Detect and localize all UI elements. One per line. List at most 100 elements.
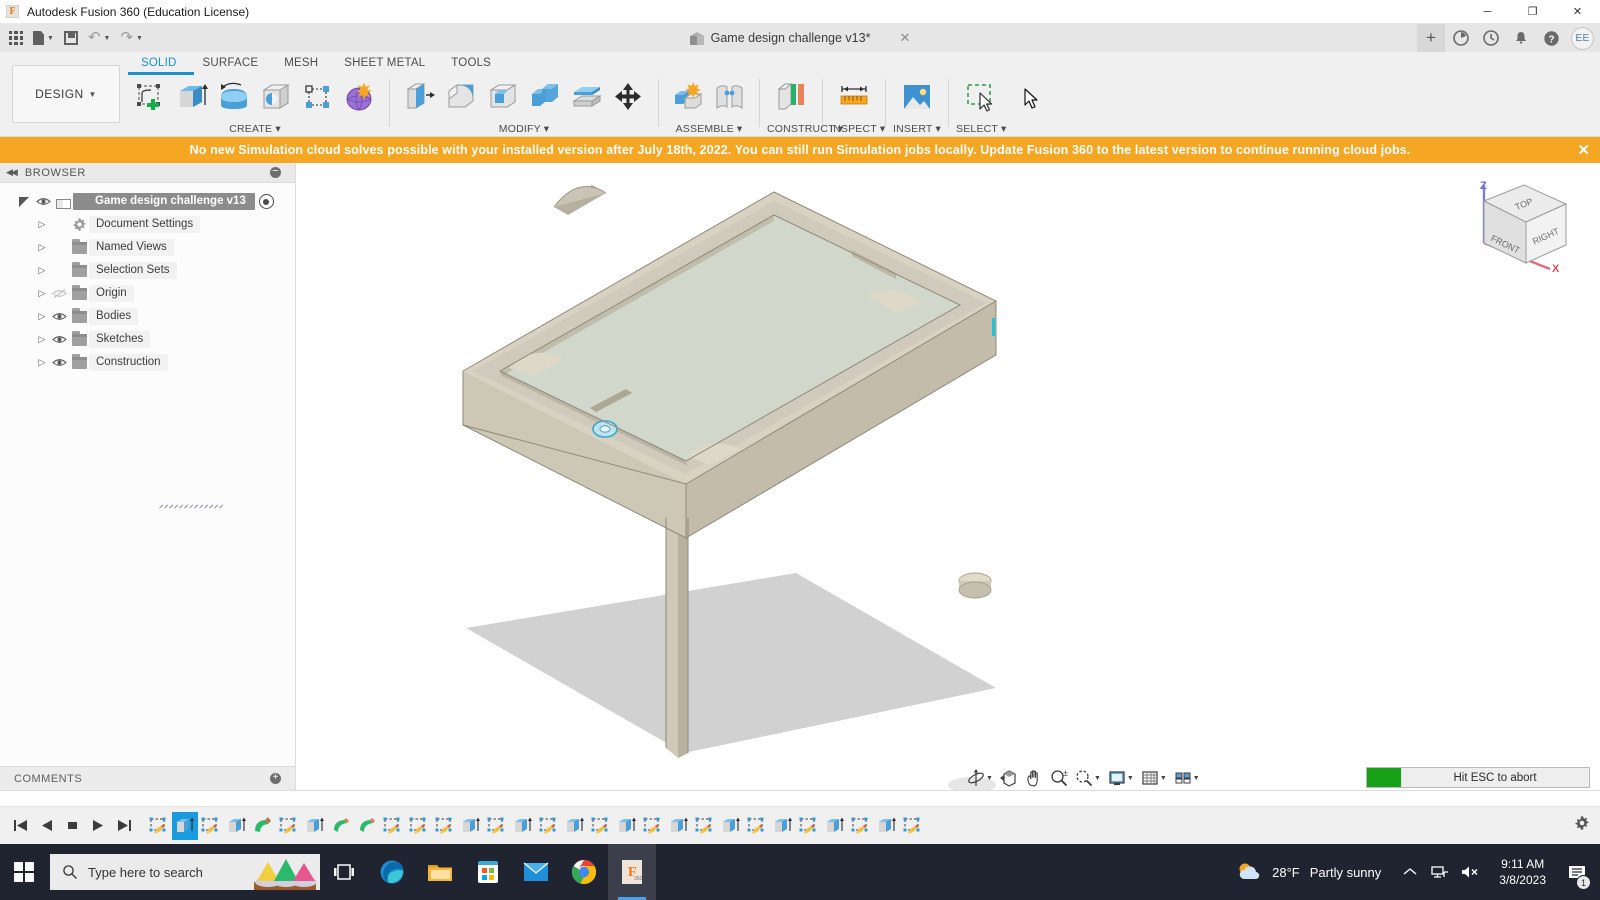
pan-button[interactable] <box>1022 766 1046 790</box>
create-sketch-button[interactable] <box>130 77 170 117</box>
app-grid-button[interactable] <box>4 26 28 50</box>
expand-triangle-icon[interactable]: ▷ <box>36 357 48 369</box>
undo-button[interactable]: ↶ ▼ <box>83 26 116 50</box>
insert-panel-label[interactable]: INSERT ▾ <box>893 123 941 135</box>
timeline-feature-extrude[interactable] <box>770 812 796 840</box>
timeline-feature-extrude[interactable] <box>172 812 198 840</box>
construct-panel-label[interactable]: CONSTRUCT ▾ <box>767 123 815 135</box>
expand-triangle-icon[interactable]: ▷ <box>36 242 48 254</box>
timeline-feature-sketch[interactable] <box>276 812 302 840</box>
timeline-feature-sketch[interactable] <box>588 812 614 840</box>
revolve-button[interactable] <box>214 77 254 117</box>
zoom-button[interactable]: ± <box>1047 766 1071 790</box>
tab-sheet-metal[interactable]: SHEET METAL <box>331 52 438 75</box>
timeline-feature-extrude[interactable] <box>224 812 250 840</box>
tree-item-bodies[interactable]: ▷ Bodies <box>0 305 295 328</box>
show-hidden-icons-button[interactable] <box>1395 844 1425 900</box>
comments-panel[interactable]: COMMENTS + <box>0 766 296 790</box>
microsoft-store-button[interactable] <box>464 844 512 900</box>
fusion360-taskbar-button[interactable]: F 360 <box>608 844 656 900</box>
extrude-button[interactable] <box>172 77 212 117</box>
tab-tools[interactable]: TOOLS <box>438 52 504 75</box>
timeline-feature-extrude[interactable] <box>666 812 692 840</box>
grid-snaps-button[interactable]: ▼ <box>1138 766 1170 790</box>
measure-button[interactable] <box>832 77 876 117</box>
visibility-eye-icon[interactable] <box>32 196 54 207</box>
expand-triangle-icon[interactable]: ▷ <box>36 311 48 323</box>
timeline-feature-sketch[interactable] <box>380 812 406 840</box>
minimize-button[interactable]: ─ <box>1465 0 1510 24</box>
select-panel-label[interactable]: SELECT ▾ <box>956 123 1004 135</box>
insert-image-button[interactable] <box>895 77 939 117</box>
step-back-button[interactable] <box>34 813 58 839</box>
file-explorer-button[interactable] <box>416 844 464 900</box>
expand-triangle-icon[interactable]: ▷ <box>36 265 48 277</box>
user-avatar[interactable]: EE <box>1571 27 1594 50</box>
network-button[interactable] <box>1425 844 1455 900</box>
stop-button[interactable] <box>60 813 84 839</box>
tree-item-origin[interactable]: ▷ Origin <box>0 282 295 305</box>
new-component-button[interactable] <box>668 77 708 117</box>
tree-item-selection-sets[interactable]: ▷ Selection Sets <box>0 259 295 282</box>
jump-to-end-button[interactable] <box>112 813 136 839</box>
new-document-button[interactable]: ▼ <box>28 26 59 50</box>
jump-to-start-button[interactable] <box>8 813 32 839</box>
offset-face-button[interactable] <box>567 77 607 117</box>
tree-item-document-settings[interactable]: ▷ Document Settings <box>0 213 295 236</box>
timeline-feature-extrude[interactable] <box>822 812 848 840</box>
microsoft-edge-button[interactable] <box>368 844 416 900</box>
timeline-feature-sketch[interactable] <box>848 812 874 840</box>
press-pull-button[interactable] <box>399 77 439 117</box>
fit-button[interactable]: ▼ <box>1072 766 1104 790</box>
banner-close-icon[interactable]: ✕ <box>1577 141 1590 159</box>
hole-button[interactable] <box>256 77 296 117</box>
rectangular-pattern-button[interactable] <box>298 77 338 117</box>
weather-widget[interactable]: 28°F Partly sunny <box>1222 861 1395 883</box>
clock-icon[interactable] <box>1477 24 1505 52</box>
timeline-feature-sketch[interactable] <box>198 812 224 840</box>
timeline-feature-extrude[interactable] <box>302 812 328 840</box>
tree-item-construction[interactable]: ▷ Construction <box>0 351 295 374</box>
timeline-feature-sketch[interactable] <box>692 812 718 840</box>
timeline-feature-sketch[interactable] <box>432 812 458 840</box>
timeline-feature-sketch[interactable] <box>536 812 562 840</box>
look-at-button[interactable] <box>997 766 1021 790</box>
expand-triangle-icon[interactable]: ▷ <box>36 219 48 231</box>
start-button[interactable] <box>0 844 48 900</box>
timeline-feature-sketch[interactable] <box>484 812 510 840</box>
timeline-feature-extrude[interactable] <box>510 812 536 840</box>
visibility-eye-off-icon[interactable] <box>48 288 70 299</box>
combine-button[interactable] <box>525 77 565 117</box>
fillet-button[interactable] <box>441 77 481 117</box>
expand-triangle-icon[interactable]: ▷ <box>36 288 48 300</box>
modify-panel-label[interactable]: MODIFY ▾ <box>397 123 651 135</box>
assemble-panel-label[interactable]: ASSEMBLE ▾ <box>666 123 752 135</box>
activate-component-icon[interactable] <box>259 194 274 209</box>
timeline-feature-sketch[interactable] <box>406 812 432 840</box>
timeline-feature-extrude[interactable] <box>458 812 484 840</box>
construct-plane-button[interactable] <box>769 77 813 117</box>
create-form-button[interactable] <box>340 77 380 117</box>
timeline-feature-extrude[interactable] <box>614 812 640 840</box>
bell-icon[interactable] <box>1507 24 1535 52</box>
view-cube[interactable]: Z X TOP FRONT RIGHT <box>1462 177 1580 277</box>
visibility-eye-icon[interactable] <box>48 311 70 322</box>
workspace-switcher[interactable]: DESIGN ▼ <box>12 65 120 123</box>
timeline-feature-sketch[interactable] <box>796 812 822 840</box>
notifications-button[interactable]: 1 <box>1560 844 1594 900</box>
timeline-feature-extrude[interactable] <box>718 812 744 840</box>
google-chrome-button[interactable] <box>560 844 608 900</box>
shell-button[interactable] <box>483 77 523 117</box>
visibility-eye-icon[interactable] <box>48 334 70 345</box>
task-view-button[interactable] <box>320 844 368 900</box>
timeline-settings-icon[interactable] <box>1574 815 1590 836</box>
timeline-feature-sketch[interactable] <box>146 812 172 840</box>
tree-root-node[interactable]: Game design challenge v13 <box>0 190 295 213</box>
save-button[interactable] <box>59 26 83 50</box>
orbit-button[interactable]: ▼ <box>964 766 996 790</box>
move-copy-button[interactable] <box>609 77 649 117</box>
close-button[interactable]: ✕ <box>1555 0 1600 24</box>
timeline-feature-extrude[interactable] <box>874 812 900 840</box>
3d-viewport[interactable]: Z X TOP FRONT RIGHT <box>296 163 1600 790</box>
tree-item-sketches[interactable]: ▷ Sketches <box>0 328 295 351</box>
